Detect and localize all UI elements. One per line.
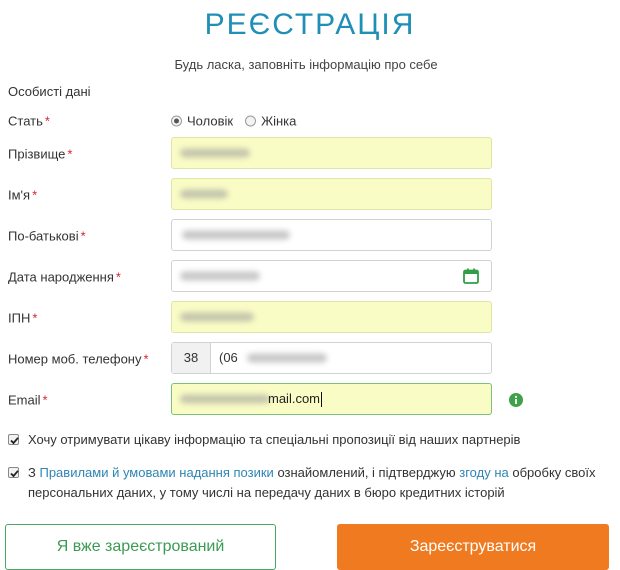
gender-radio-group: Чоловік Жінка [171,114,308,129]
ipn-input[interactable] [171,301,492,333]
birthdate-input[interactable] [171,260,492,292]
terms-line-2: персональних даних, у тому числі на пере… [28,485,505,500]
phone-value: (06 [219,350,238,365]
calendar-icon[interactable] [463,268,479,284]
gender-row: Стать * Чоловік Жінка [8,104,498,138]
terms-line-1: З Правилами й умовами надання позики озн… [28,465,596,480]
patronymic-row: По-батькові * [8,219,498,253]
register-button[interactable]: Зареєструватися [337,524,609,570]
redacted-value [180,394,270,404]
email-value: mail.com [268,391,323,408]
rules-link[interactable]: Правилами й умовами надання позики [39,465,273,480]
surname-input[interactable] [171,137,492,169]
surname-row: Прізвище * [8,137,498,171]
radio-male[interactable] [171,115,182,127]
name-input[interactable] [171,178,492,210]
redacted-value [180,271,260,281]
name-label: Ім'я * [8,187,38,203]
phone-prefix: 38 [172,343,211,373]
redacted-value [180,312,254,322]
redacted-value [180,189,228,199]
patronymic-label: По-батькові * [8,228,86,244]
radio-female-label[interactable]: Жінка [261,114,296,129]
info-icon[interactable] [509,393,523,407]
email-row: Email * mail.com [8,383,498,417]
patronymic-input[interactable] [171,219,492,251]
section-title: Особисті дані [8,84,91,99]
terms-checkbox-row: З Правилами й умовами надання позики озн… [8,463,608,503]
already-registered-button[interactable]: Я вже зареєстрований [5,524,276,570]
text-caret [321,392,323,408]
check-icon [10,437,19,445]
terms-checkbox[interactable] [8,467,19,478]
phone-input[interactable]: 38 (06 [171,342,492,374]
page-title: РЕЄСТРАЦІЯ [204,8,416,41]
redacted-value [247,353,327,363]
radio-female[interactable] [245,115,257,127]
ipn-label: ІПН * [8,310,38,326]
birthdate-label: Дата народження * [8,269,121,285]
partners-checkbox-label: Хочу отримувати цікаву інформацію та спе… [28,432,521,447]
redacted-value [182,230,290,240]
radio-male-label[interactable]: Чоловік [187,114,233,129]
required-mark: * [44,113,50,129]
phone-row: Номер моб. телефону * 38 (06 [8,342,498,376]
partners-checkbox-row: Хочу отримувати цікаву інформацію та спе… [8,430,608,450]
gender-label: Стать * [8,113,50,129]
consent-link[interactable]: згоду на [459,465,508,480]
name-row: Ім'я * [8,178,498,212]
redacted-value [180,148,250,158]
birthdate-row: Дата народження * [8,260,498,294]
phone-label: Номер моб. телефону * [8,351,149,367]
email-input[interactable]: mail.com [171,383,492,415]
email-label: Email * [8,392,48,408]
check-icon [10,470,19,478]
partners-checkbox[interactable] [8,434,19,445]
ipn-row: ІПН * [8,301,498,335]
page-subtitle: Будь ласка, заповніть інформацію про себ… [174,57,438,72]
surname-label: Прізвище * [8,146,73,162]
